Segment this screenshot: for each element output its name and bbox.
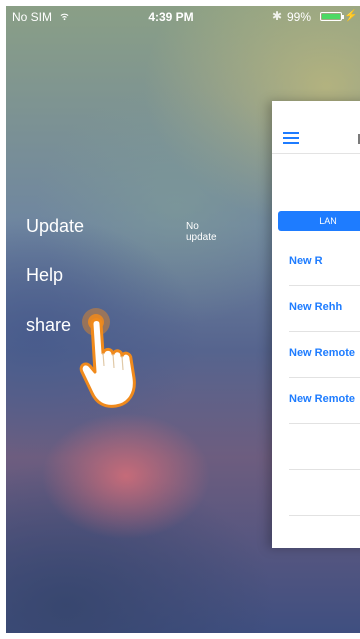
hamburger-icon[interactable] bbox=[283, 132, 299, 144]
status-bar: No SIM 4:39 PM ✱ 99% ⚡ bbox=[6, 6, 360, 28]
panel-header bbox=[272, 101, 360, 154]
remote-name: New Rehh bbox=[289, 301, 343, 313]
list-item[interactable] bbox=[289, 423, 360, 470]
tab-lan[interactable]: LAN bbox=[278, 211, 360, 231]
list-item[interactable]: New Remote bbox=[289, 377, 360, 424]
app-screen: No SIM 4:39 PM ✱ 99% ⚡ Update No update … bbox=[6, 6, 360, 633]
update-status-text: No update bbox=[186, 221, 217, 243]
tap-hand-icon bbox=[79, 308, 136, 408]
charging-bolt-icon: ⚡ bbox=[344, 10, 358, 22]
tap-ripple-core bbox=[88, 314, 104, 330]
list-item[interactable] bbox=[289, 469, 360, 516]
bluetooth-icon: ✱ bbox=[272, 9, 283, 23]
menu-item-share[interactable]: share bbox=[26, 315, 71, 336]
remote-name: New Remote bbox=[289, 347, 356, 359]
menu-item-update[interactable]: Update bbox=[26, 216, 84, 237]
main-panel-peek[interactable]: LAN New R New Rehh New Remote New Remote bbox=[272, 101, 360, 548]
list-item[interactable]: New R bbox=[289, 239, 360, 286]
remote-name: New Remote bbox=[289, 393, 356, 405]
battery-icon bbox=[320, 12, 344, 21]
list-item[interactable]: New Remote bbox=[289, 331, 360, 378]
menu-item-help[interactable]: Help bbox=[26, 265, 63, 286]
battery-fill bbox=[322, 14, 340, 19]
remote-name: New R bbox=[289, 255, 323, 267]
list-item[interactable]: New Rehh bbox=[289, 285, 360, 332]
tap-ripple bbox=[82, 308, 110, 336]
battery-percent: 99% bbox=[287, 10, 312, 24]
